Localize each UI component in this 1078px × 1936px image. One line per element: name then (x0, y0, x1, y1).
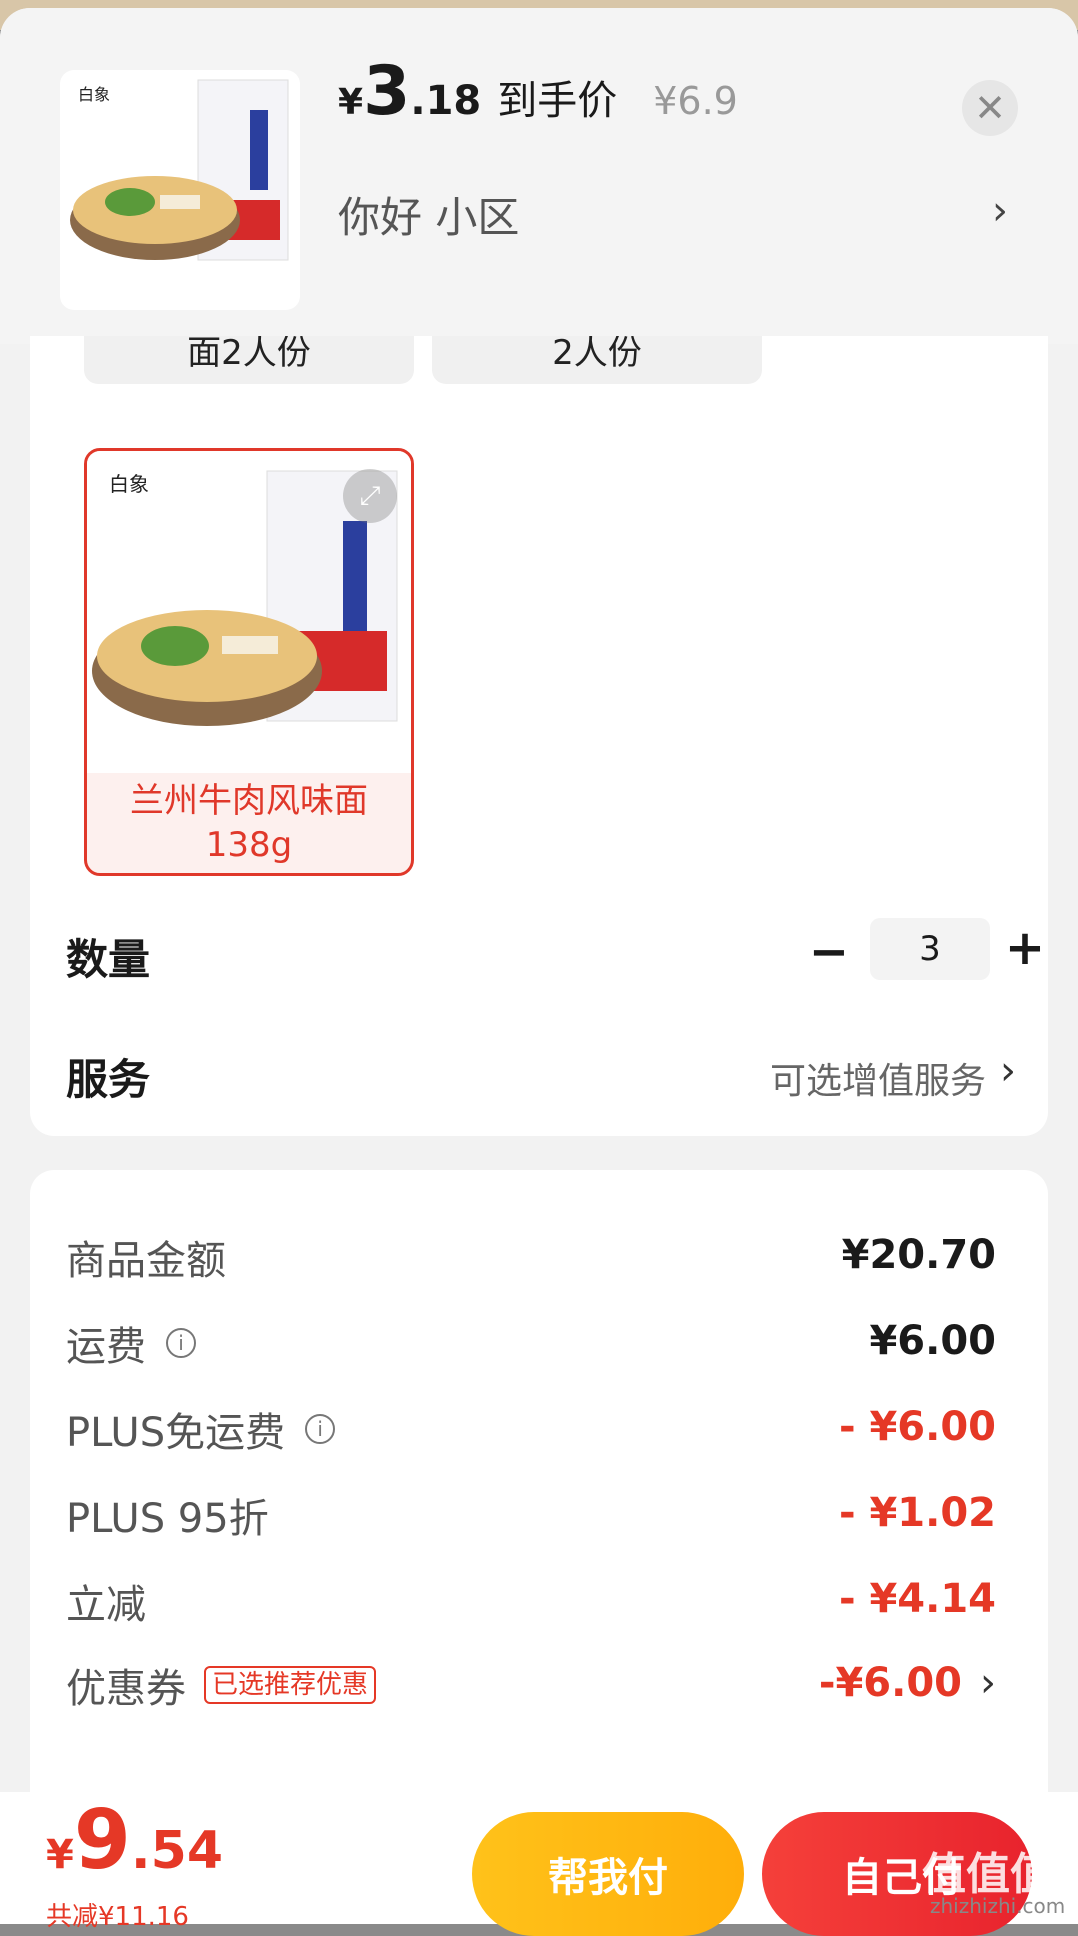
price-line-coupon[interactable]: 优惠券 已选推荐优惠 -¥6.00 › (66, 1656, 996, 1716)
price-currency: ¥ (338, 82, 364, 123)
price-line-instant-discount: 立减 - ¥4.14 (66, 1572, 996, 1632)
purchase-sheet: 白象 ¥ 3 .18 到手价 ¥6.9 ✕ 你好 小区 › 面2人份 2人份 白… (0, 8, 1078, 1924)
spec-product-image: 白象 ⤢ (87, 451, 411, 773)
price-line-subtotal: 商品金额 ¥20.70 (66, 1228, 996, 1288)
spec-selected-label: 兰州牛肉风味面138g (130, 781, 368, 865)
sheet-header: 白象 ¥ 3 .18 到手价 ¥6.9 ✕ 你好 小区 › (0, 8, 1078, 344)
price-line-plus-discount: PLUS 95折 - ¥1.02 (66, 1486, 996, 1546)
noodle-image-icon: 白象 (70, 79, 289, 261)
close-icon[interactable]: ✕ (962, 80, 1018, 136)
price-line-label-wrap: 运费 i (66, 1314, 196, 1372)
saved-amount: 共减¥11.16 (46, 1902, 189, 1932)
price-line-value: - ¥1.02 (838, 1490, 996, 1536)
price-label: 到手价 (497, 78, 618, 124)
bottom-bar: ¥ 9 .54 共减¥11.16 帮我付 自己付 (0, 1792, 1078, 1936)
svg-text:白象: 白象 (109, 472, 149, 496)
plus-icon[interactable]: + (1000, 920, 1048, 976)
price-line-label: 运费 (66, 1324, 146, 1370)
price-line-label: 立减 (66, 1582, 146, 1628)
spec-option-2[interactable]: 2人份 (432, 336, 762, 384)
price-row: ¥ 3 .18 到手价 ¥6.9 (338, 58, 738, 148)
total-integer: 9 (73, 1793, 131, 1888)
price-line-label: 优惠券 (66, 1666, 186, 1712)
product-thumbnail[interactable]: 白象 (60, 70, 300, 310)
quantity-input[interactable]: 3 (870, 918, 990, 980)
service-value: 可选增值服务 (769, 1061, 986, 1102)
service-row[interactable]: 服务 可选增值服务 › (66, 1038, 1016, 1108)
price-line-value: - ¥6.00 (838, 1404, 996, 1450)
price-line-label-wrap: 优惠券 已选推荐优惠 (66, 1656, 377, 1714)
info-icon[interactable]: i (305, 1414, 336, 1444)
spec-card: 面2人份 2人份 白象 ⤢ 兰州牛肉风味面138g 数量 − 3 + 服务 可选… (30, 336, 1048, 1136)
service-label: 服务 (66, 1055, 151, 1104)
watermark-url: zhizhizhi.com (930, 1894, 1066, 1918)
price-line-plus-free-shipping: PLUS免运费 i - ¥6.00 (66, 1400, 996, 1460)
price-line-label-wrap: PLUS免运费 i (66, 1400, 336, 1458)
expand-icon[interactable]: ⤢ (343, 469, 397, 523)
price-decimal: .18 (410, 78, 482, 124)
chevron-right-icon[interactable]: › (992, 188, 1008, 234)
price-integer: 3 (363, 52, 411, 131)
price-line-value: ¥6.00 (869, 1318, 996, 1364)
price-line-label: 商品金额 (66, 1238, 226, 1284)
total-price: ¥ 9 .54 (46, 1800, 223, 1882)
price-line-value: ¥20.70 (841, 1232, 996, 1278)
original-price: ¥6.9 (653, 79, 738, 123)
quantity-label: 数量 (66, 935, 151, 984)
help-pay-button[interactable]: 帮我付 (472, 1812, 744, 1936)
price-line-label: PLUS免运费 (66, 1410, 286, 1456)
total-decimal: .54 (130, 1821, 224, 1881)
delivery-address[interactable]: 你好 小区 (338, 184, 519, 245)
price-line-shipping: 运费 i ¥6.00 (66, 1314, 996, 1374)
chevron-right-icon: › (1000, 1048, 1016, 1094)
price-line-label: PLUS 95折 (66, 1496, 269, 1542)
coupon-badge: 已选推荐优惠 (204, 1666, 377, 1704)
watermark-text: 值值值 (922, 1849, 1054, 1900)
price-line-value: -¥6.00 (818, 1660, 962, 1706)
total-currency: ¥ (46, 1832, 74, 1878)
price-line-value: - ¥4.14 (838, 1576, 996, 1622)
minus-icon[interactable]: − (804, 924, 854, 980)
quantity-row: 数量 − 3 + (66, 918, 1045, 988)
spec-option-selected[interactable]: 白象 ⤢ 兰州牛肉风味面138g (84, 448, 414, 876)
chevron-right-icon[interactable]: › (980, 1660, 996, 1706)
svg-text:白象: 白象 (78, 85, 110, 104)
spec-option-1[interactable]: 面2人份 (84, 336, 414, 384)
info-icon[interactable]: i (166, 1328, 196, 1358)
